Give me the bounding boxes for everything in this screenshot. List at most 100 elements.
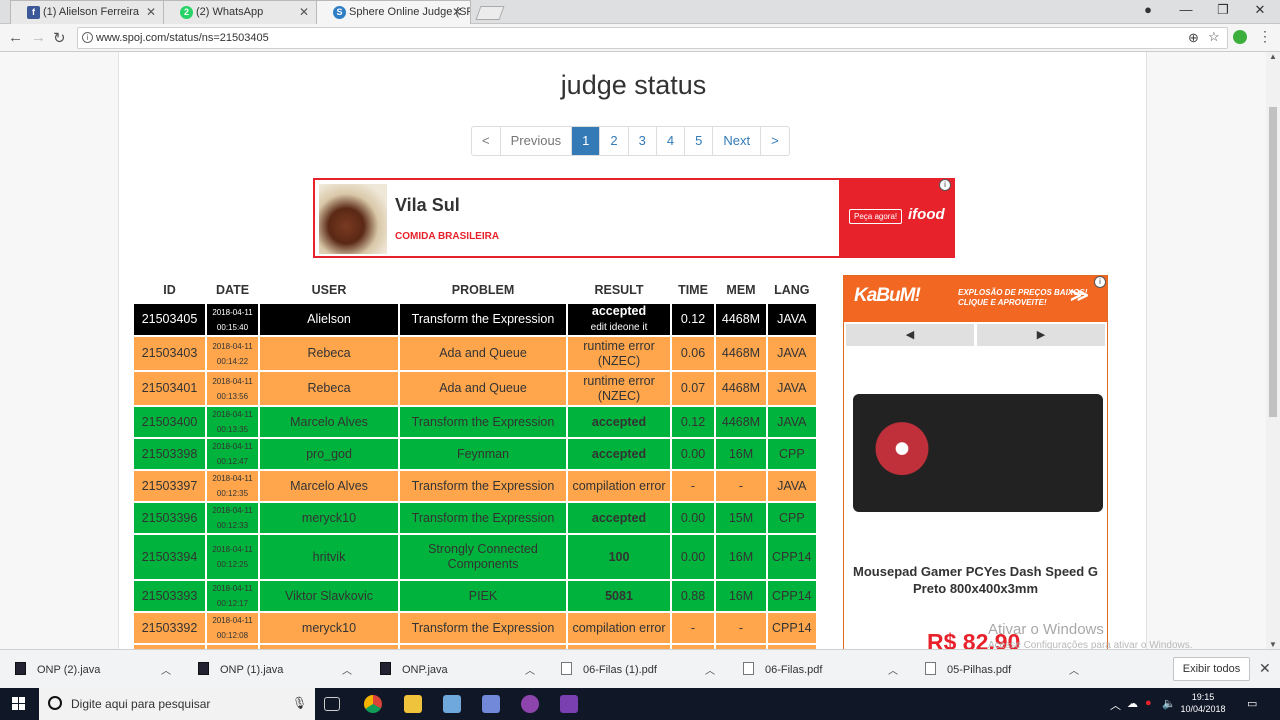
download-item[interactable]: ONP.java ︿ bbox=[380, 660, 540, 680]
pagination-last[interactable]: > bbox=[760, 127, 789, 155]
pagination-page-5[interactable]: 5 bbox=[684, 127, 712, 155]
date-line: 2018-04-11 bbox=[212, 474, 253, 483]
cell-problem[interactable]: Transform the Expression bbox=[400, 503, 566, 535]
download-item[interactable]: 05-Pilhas.pdf ︿ bbox=[925, 660, 1085, 680]
chevron-up-icon[interactable]: ︿ bbox=[525, 662, 535, 677]
cell-user[interactable]: Marcelo Alves bbox=[260, 407, 398, 439]
zoom-icon[interactable]: ⊕ bbox=[1188, 30, 1199, 46]
discord-icon[interactable] bbox=[482, 695, 500, 713]
taskbar-search[interactable]: Digite aqui para pesquisar 🎙 bbox=[39, 688, 315, 720]
vertical-scrollbar[interactable]: ▲ ▼ bbox=[1266, 52, 1280, 649]
cell-user[interactable]: hritvik bbox=[260, 535, 398, 581]
cell-time: 0.00 bbox=[672, 503, 714, 535]
forward-button[interactable]: → bbox=[31, 29, 46, 46]
download-item[interactable]: ONP (1).java ︿ bbox=[198, 660, 358, 680]
ad-prev-button[interactable]: ◀ bbox=[846, 324, 974, 346]
edit-ideone-links[interactable]: edit ideone it bbox=[591, 322, 648, 333]
cell-problem[interactable]: Ada and Queue bbox=[400, 337, 566, 372]
cell-problem[interactable]: Transform the Expression bbox=[400, 471, 566, 503]
extension-icon[interactable] bbox=[1233, 30, 1247, 44]
cell-problem[interactable]: Strongly Connected Components bbox=[400, 535, 566, 581]
pagination-first[interactable]: < bbox=[472, 127, 500, 155]
cell-problem[interactable]: Transform the Expression bbox=[400, 304, 566, 337]
close-window-button[interactable]: ✕ bbox=[1250, 2, 1270, 18]
download-item[interactable]: ONP (2).java ︿ bbox=[15, 660, 175, 680]
back-button[interactable]: ← bbox=[8, 29, 23, 46]
cell-problem[interactable]: Feynman bbox=[400, 439, 566, 471]
cell-mem: 16M bbox=[716, 581, 766, 613]
close-tab-icon[interactable]: ✕ bbox=[146, 5, 156, 19]
reload-button[interactable]: ↻ bbox=[53, 29, 66, 47]
cell-result[interactable]: compilation error bbox=[568, 613, 670, 645]
cell-user[interactable]: Viktor Slavkovic bbox=[260, 581, 398, 613]
antivirus-icon[interactable]: ● bbox=[1145, 697, 1152, 709]
ad-info-icon[interactable]: i bbox=[939, 179, 951, 191]
chevron-up-icon[interactable]: ︿ bbox=[888, 662, 898, 677]
pagination-page-3[interactable]: 3 bbox=[627, 127, 656, 155]
pagination-page-1[interactable]: 1 bbox=[571, 127, 600, 155]
chevron-up-icon[interactable]: ︿ bbox=[161, 662, 171, 677]
notifications-icon[interactable]: ▭ bbox=[1247, 697, 1257, 710]
sidebar-ad[interactable]: KaBuM! EXPLOSÃO DE PREÇOS BAIXOS! CLIQUE … bbox=[843, 275, 1108, 649]
cell-user[interactable]: Alielson bbox=[260, 304, 398, 337]
pagination-previous[interactable]: Previous bbox=[499, 127, 572, 155]
close-downloads-icon[interactable]: ✕ bbox=[1259, 660, 1271, 677]
file-explorer-icon[interactable] bbox=[404, 695, 422, 713]
ad-next-button[interactable]: ▶ bbox=[977, 324, 1105, 346]
system-clock[interactable]: 19:15 10/04/2018 bbox=[1180, 691, 1226, 715]
chevron-up-icon[interactable]: ︿ bbox=[1069, 662, 1079, 677]
download-item[interactable]: 06-Filas.pdf ︿ bbox=[743, 660, 903, 680]
intellij-icon[interactable] bbox=[560, 695, 578, 713]
cell-user[interactable]: Marcelo Alves bbox=[260, 471, 398, 503]
cell-result[interactable]: compilation error bbox=[568, 471, 670, 503]
site-info-icon[interactable]: i bbox=[82, 32, 93, 43]
ad-info-icon[interactable]: i bbox=[1094, 276, 1106, 288]
cell-user[interactable]: Rebeca bbox=[260, 372, 398, 407]
cell-lang: CPP14 bbox=[768, 535, 816, 581]
pagination-page-2[interactable]: 2 bbox=[599, 127, 627, 155]
close-tab-icon[interactable]: ✕ bbox=[299, 5, 309, 19]
tray-chevron-icon[interactable]: ︿ bbox=[1110, 697, 1121, 713]
product-title[interactable]: Mousepad Gamer PCYes Dash Speed G Preto 8… bbox=[844, 563, 1107, 597]
show-all-downloads-button[interactable]: Exibir todos bbox=[1173, 657, 1250, 681]
new-tab-button[interactable] bbox=[475, 6, 505, 20]
url-input[interactable]: i www.spoj.com/status/ns=21503405 ⊕ ☆ bbox=[77, 27, 1228, 49]
cell-user[interactable]: pro_god bbox=[260, 439, 398, 471]
ad-cta-button[interactable]: Peça agora! bbox=[849, 209, 903, 224]
cell-problem[interactable]: Transform the Expression bbox=[400, 407, 566, 439]
minimize-button[interactable]: — bbox=[1176, 2, 1196, 17]
maximize-button[interactable]: ❐ bbox=[1213, 2, 1233, 18]
tab-whatsapp[interactable]: 2 (2) WhatsApp ✕ bbox=[163, 0, 318, 24]
account-icon[interactable]: ● bbox=[1138, 2, 1158, 17]
chrome-icon[interactable] bbox=[364, 695, 382, 713]
scroll-down-arrow-icon[interactable]: ▼ bbox=[1269, 640, 1277, 649]
windows-start-icon[interactable] bbox=[12, 697, 26, 711]
pagination-next[interactable]: Next bbox=[712, 127, 760, 155]
scrollbar-thumb[interactable] bbox=[1269, 107, 1277, 417]
cell-problem[interactable]: Transform the Expression bbox=[400, 613, 566, 645]
table-row: 21503403 2018-04-11 00:14:22 Rebeca Ada a… bbox=[134, 337, 816, 372]
close-tab-icon[interactable]: ✕ bbox=[452, 5, 462, 19]
3d-box-icon[interactable] bbox=[443, 695, 461, 713]
tab-spoj[interactable]: S Sphere Online Judge (SP ✕ bbox=[316, 0, 471, 24]
cell-user[interactable]: Rebeca bbox=[260, 337, 398, 372]
cell-problem[interactable]: Ada and Queue bbox=[400, 372, 566, 407]
pagination-page-4[interactable]: 4 bbox=[655, 127, 684, 155]
banner-ad[interactable]: Vila Sul COMIDA BRASILEIRA Peça agora! i… bbox=[313, 178, 955, 258]
speaker-icon[interactable]: 🔈 bbox=[1162, 697, 1176, 710]
chevron-up-icon[interactable]: ︿ bbox=[705, 662, 715, 677]
chevron-up-icon[interactable]: ︿ bbox=[342, 662, 352, 677]
download-item[interactable]: 06-Filas (1).pdf ︿ bbox=[561, 660, 721, 680]
microphone-icon[interactable]: 🎙 bbox=[292, 696, 307, 710]
scroll-up-arrow-icon[interactable]: ▲ bbox=[1269, 52, 1277, 61]
cloud-icon[interactable]: ☁ bbox=[1127, 697, 1138, 710]
cell-user[interactable]: meryck10 bbox=[260, 613, 398, 645]
tab-facebook[interactable]: f (1) Alielson Ferreira ✕ bbox=[10, 0, 165, 24]
cell-id: 21503397 bbox=[134, 471, 205, 503]
browser-menu-icon[interactable]: ⋮ bbox=[1258, 28, 1272, 45]
app-icon[interactable] bbox=[521, 695, 539, 713]
cell-user[interactable]: meryck10 bbox=[260, 503, 398, 535]
cell-problem[interactable]: PIEK bbox=[400, 581, 566, 613]
task-view-icon[interactable] bbox=[324, 697, 340, 711]
bookmark-star-icon[interactable]: ☆ bbox=[1208, 29, 1220, 45]
